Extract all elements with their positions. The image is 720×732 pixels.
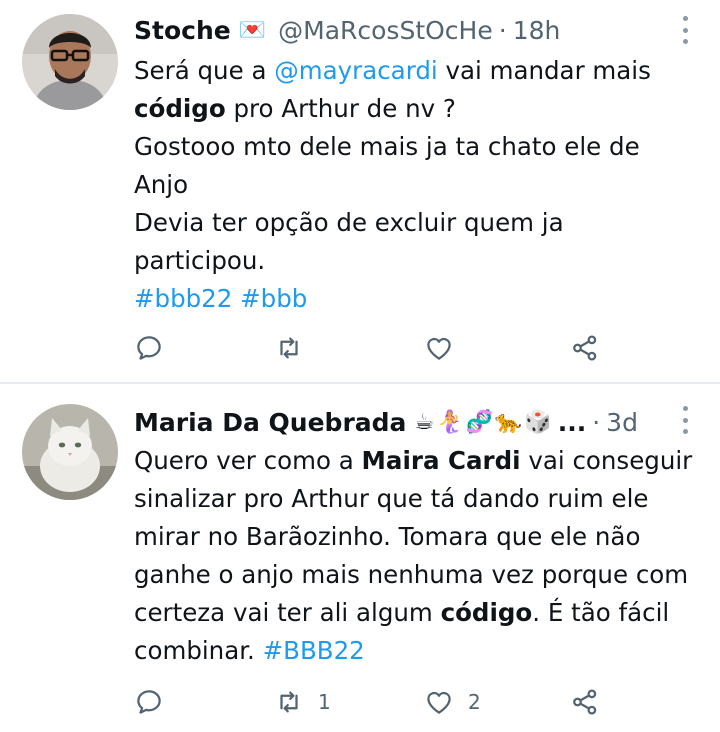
name-emoji: 💌 xyxy=(238,17,269,43)
more-options-icon[interactable] xyxy=(680,406,690,434)
reply-icon xyxy=(137,690,161,714)
retweet-icon xyxy=(280,337,298,359)
share-icon xyxy=(573,689,597,715)
retweet-count: 1 xyxy=(318,690,331,714)
mention-link[interactable]: @mayracardi xyxy=(274,56,437,85)
avatar-image xyxy=(22,404,118,500)
tweet-line: participou. xyxy=(134,246,266,275)
text-segment: certeza vai ter ali algum xyxy=(134,598,441,627)
like-button[interactable]: 2 xyxy=(424,682,481,722)
hashtag-link[interactable]: #bbb22 xyxy=(134,284,232,313)
like-count: 2 xyxy=(468,690,481,714)
bold-text: código xyxy=(440,598,533,627)
text-segment: vai mandar mais xyxy=(437,56,651,85)
tweet-line: Será que a @mayracardi vai mandar mais xyxy=(134,52,704,90)
tweet-line: Devia ter opção de excluir quem ja xyxy=(134,208,564,237)
name-emoji: ☕🧜‍♀️🧬🐆🎲 xyxy=(414,409,554,435)
timestamp[interactable]: 3d xyxy=(606,408,638,437)
separator-dot: · xyxy=(498,15,507,45)
text-segment: vai conseguir xyxy=(520,446,693,475)
tweet-line: Anjo xyxy=(134,170,189,199)
tweet-line: #bbb22 #bbb xyxy=(134,280,704,318)
tweet-header: Maria Da Quebrada ☕🧜‍♀️🧬🐆🎲 ... · 3d xyxy=(134,404,660,440)
avatar-image xyxy=(22,14,118,110)
retweet-button[interactable]: 1 xyxy=(274,682,331,722)
tweet[interactable]: Maria Da Quebrada ☕🧜‍♀️🧬🐆🎲 ... · 3d Quer… xyxy=(0,384,720,732)
heart-icon xyxy=(427,691,451,714)
tweet[interactable]: Stoche 💌 @MaRcosStOcHe · 18h Será que a … xyxy=(0,0,720,383)
timestamp[interactable]: 18h xyxy=(513,16,561,45)
display-name[interactable]: Maria Da Quebrada xyxy=(134,408,406,437)
share-button[interactable] xyxy=(570,328,600,368)
like-button[interactable] xyxy=(424,328,468,368)
reply-button[interactable] xyxy=(134,682,178,722)
bold-text: código xyxy=(134,94,226,123)
tweet-header: Stoche 💌 @MaRcosStOcHe · 18h xyxy=(134,12,660,48)
bold-text: Maira Cardi xyxy=(361,446,521,475)
avatar[interactable] xyxy=(22,14,118,110)
tweet-text: Quero ver como a Maira Cardi vai consegu… xyxy=(134,442,704,670)
retweet-icon xyxy=(280,691,298,713)
more-options-icon[interactable] xyxy=(680,16,690,44)
tweet-actions xyxy=(134,328,614,368)
retweet-button[interactable] xyxy=(274,328,318,368)
text-segment: Quero ver como a xyxy=(134,446,362,475)
hashtag-link[interactable]: #bbb xyxy=(240,284,307,313)
tweet-line: código pro Arthur de nv ? xyxy=(134,90,704,128)
reply-icon xyxy=(137,336,161,360)
heart-icon xyxy=(427,337,451,360)
text-segment: combinar. xyxy=(134,636,263,665)
separator-dot: · xyxy=(592,407,601,437)
text-segment xyxy=(232,284,240,313)
tweet-text: Será que a @mayracardi vai mandar mais c… xyxy=(134,52,704,318)
text-segment: Será que a xyxy=(134,56,275,85)
text-segment: pro Arthur de nv ? xyxy=(225,94,456,123)
tweet-line: certeza vai ter ali algum código. É tão … xyxy=(134,594,704,632)
reply-button[interactable] xyxy=(134,328,178,368)
tweet-line: ganhe o anjo mais nenhuma vez porque com xyxy=(134,560,689,589)
tweet-actions: 1 2 xyxy=(134,682,614,722)
text-segment: . É tão fácil xyxy=(532,598,670,627)
tweet-line: Quero ver como a Maira Cardi vai consegu… xyxy=(134,442,704,480)
tweet-line: Gostooo mto dele mais ja ta chato ele de xyxy=(134,132,640,161)
avatar[interactable] xyxy=(22,404,118,500)
tweet-line: combinar. #BBB22 xyxy=(134,632,704,670)
tweet-line: sinalizar pro Arthur que tá dando ruim e… xyxy=(134,484,649,513)
user-handle[interactable]: @MaRcosStOcHe xyxy=(278,16,493,45)
tweet-line: mirar no Barãozinho. Tomara que ele não xyxy=(134,522,641,551)
share-button[interactable] xyxy=(570,682,600,722)
hashtag-link[interactable]: #BBB22 xyxy=(263,636,365,665)
share-icon xyxy=(573,335,597,361)
name-ellipsis: ... xyxy=(557,407,587,437)
display-name[interactable]: Stoche xyxy=(134,16,231,45)
